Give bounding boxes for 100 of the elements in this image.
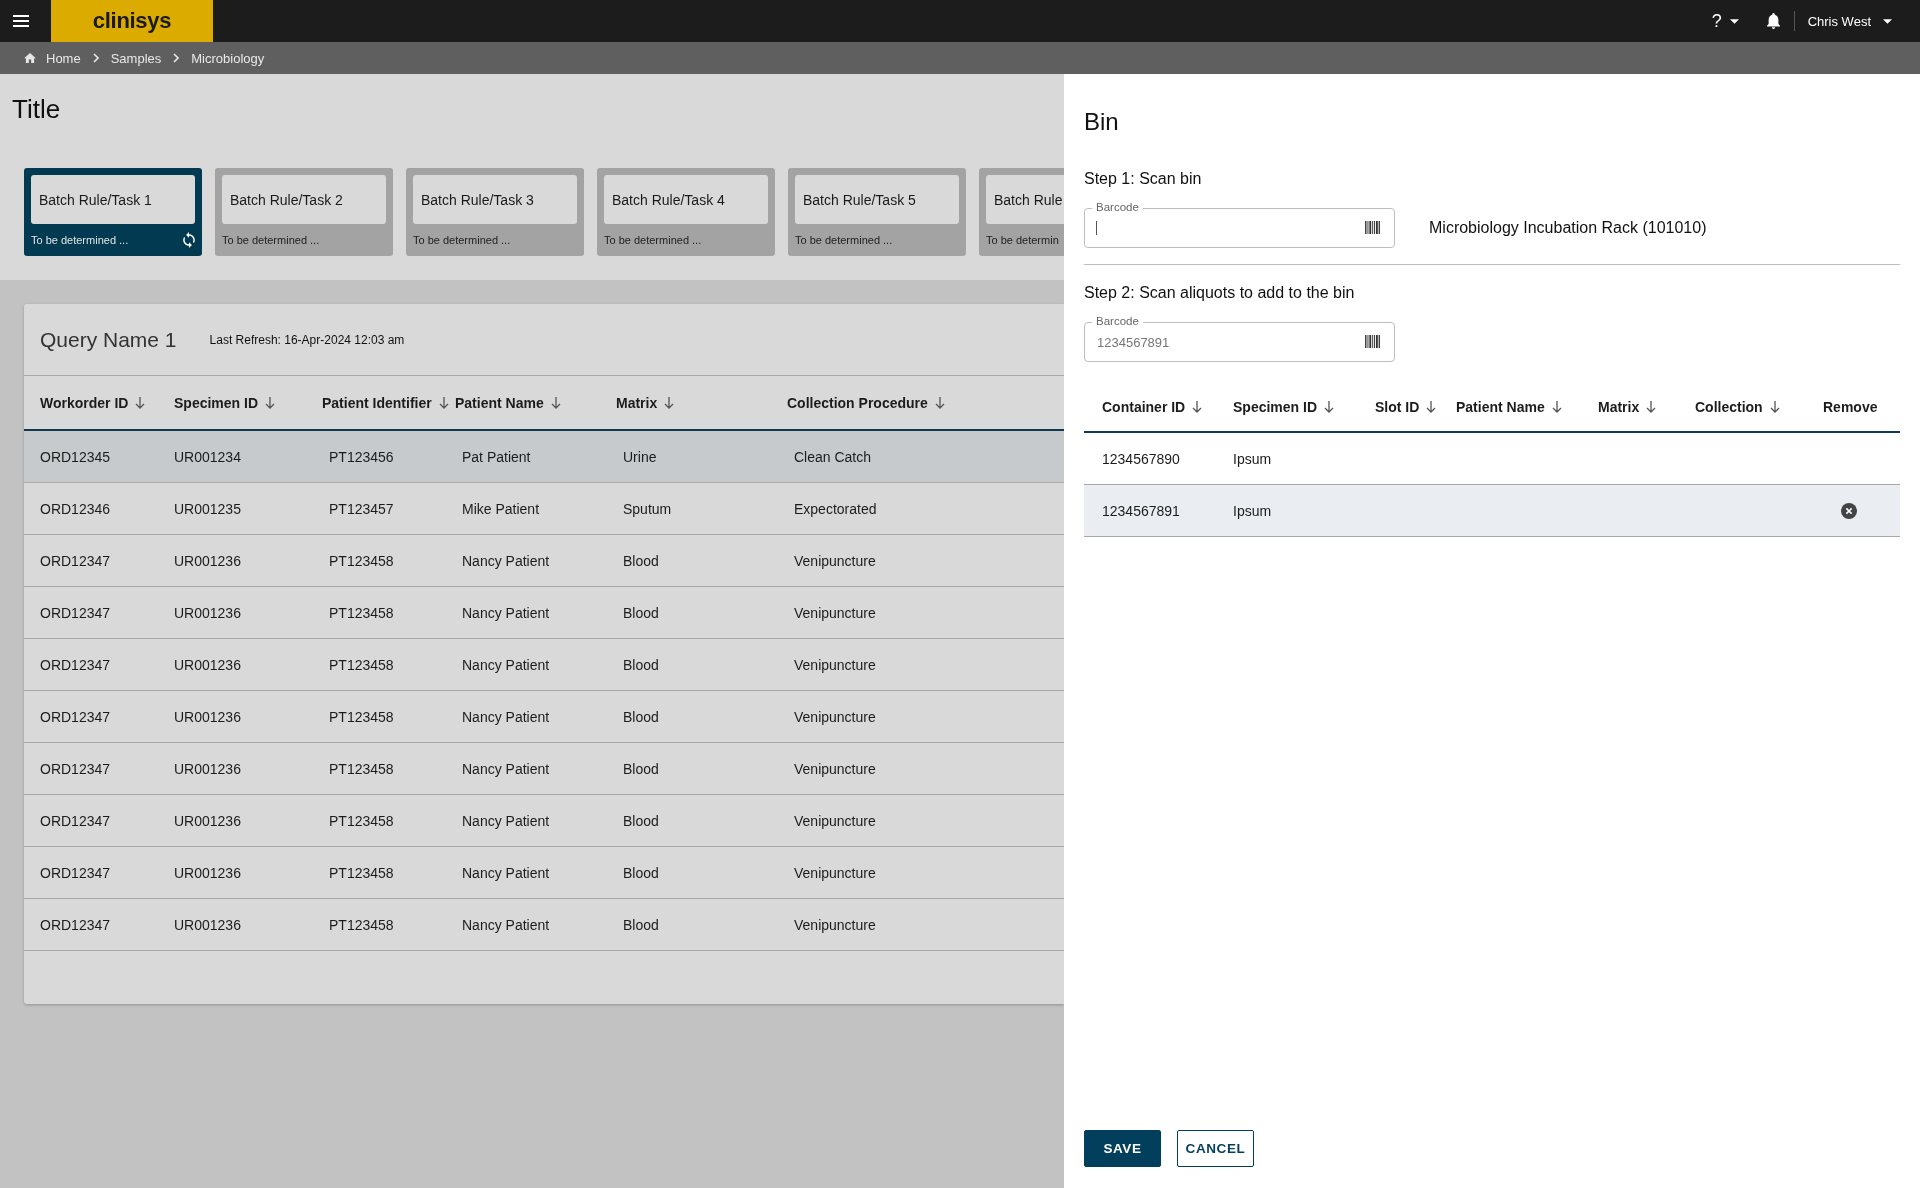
home-icon — [24, 53, 36, 63]
table-cell-text: Sputum — [622, 500, 673, 517]
batch-card-status: To be determined ... — [795, 234, 893, 246]
panel-title: Bin — [1084, 108, 1119, 136]
table-cell-text: Nancy Patient — [461, 812, 551, 829]
table-row[interactable]: ORD12347 UR001236 PT123458 Nancy Patient Blood Venipuncture — [24, 899, 1064, 951]
table-cell-text: Nancy Patient — [461, 760, 551, 777]
batch-card[interactable]: Batch Rule/Task 5 To be determined ... — [788, 168, 966, 256]
user-menu-button[interactable]: Chris West — [1807, 13, 1892, 29]
step-label: Step 2: Scan aliquots to add to the bin — [1084, 283, 1355, 303]
batch-card-title: Batch Rule/Task 3 — [413, 175, 577, 224]
action-button[interactable]: SAVE — [1084, 1130, 1161, 1167]
batch-card-status: To be determined ... — [604, 234, 702, 246]
table-cell-text: Blood — [622, 916, 660, 933]
column-header[interactable]: Matrix — [1598, 398, 1695, 415]
table-cell: 1234567890 — [1102, 450, 1180, 467]
last-refresh-text: Last Refresh: 16-Apr-2024 12:03 am — [209, 332, 405, 347]
table-cell-text: Blood — [622, 604, 660, 621]
table-cell-text: ORD12347 — [39, 916, 112, 933]
barcode-icon[interactable] — [1365, 221, 1380, 234]
table-row[interactable]: ORD12347 UR001236 PT123458 Nancy Patient Blood Venipuncture — [24, 795, 1064, 847]
menu-icon — [13, 15, 29, 27]
table-row[interactable]: ORD12347 UR001236 PT123458 Nancy Patient Blood Venipuncture — [24, 587, 1064, 639]
table-cell-text: PT123457 — [328, 500, 395, 517]
column-header[interactable]: Specimen ID — [174, 394, 322, 411]
column-header[interactable]: Patient Name — [455, 394, 616, 411]
table-cell-text: UR001236 — [174, 812, 242, 829]
table-cell-text: Venipuncture — [793, 864, 877, 881]
table-row[interactable]: ORD12346 UR001235 PT123457 Mike Patient Sputum Expectorated — [24, 483, 1064, 535]
logo[interactable]: clinisys — [51, 0, 213, 42]
table-row[interactable]: ORD12347 UR001236 PT123458 Nancy Patient Blood Venipuncture — [24, 847, 1064, 899]
help-menu-button[interactable]: ? — [1711, 10, 1739, 32]
sort-arrow-icon — [1646, 400, 1657, 413]
batch-card-title: Batch Rule — [986, 175, 1064, 224]
column-header[interactable]: Matrix — [616, 394, 787, 411]
table-cell: 1234567891 — [1102, 502, 1180, 519]
table-row[interactable]: ORD12347 UR001236 PT123458 Nancy Patient Blood Venipuncture — [24, 691, 1064, 743]
table-cell-text: UR001236 — [174, 552, 242, 569]
table-cell-text: ORD12347 — [39, 604, 112, 621]
column-header[interactable]: Collection Procedure — [787, 394, 1064, 411]
batch-card-title: Batch Rule/Task 2 — [222, 175, 386, 224]
breadcrumb-link[interactable]: Home — [24, 50, 81, 66]
column-header[interactable]: Workorder ID — [24, 394, 174, 411]
query-name: Query Name 1 — [40, 327, 177, 352]
column-header[interactable]: Patient Name — [1456, 398, 1598, 415]
batch-card[interactable]: Batch Rule To be determin — [979, 168, 1064, 256]
batch-card-status: To be determin — [986, 234, 1059, 246]
table-cell-text: ORD12347 — [39, 552, 112, 569]
batch-card[interactable]: Batch Rule/Task 4 To be determined ... — [597, 168, 775, 256]
batch-card[interactable]: Batch Rule/Task 2 To be determined ... — [215, 168, 393, 256]
column-header[interactable]: Slot ID — [1375, 398, 1456, 415]
step-label: Step 1: Scan bin — [1084, 169, 1202, 189]
table-row[interactable]: ORD12347 UR001236 PT123458 Nancy Patient Blood Venipuncture — [24, 535, 1064, 587]
sort-arrow-icon — [550, 396, 561, 409]
barcode-icon[interactable] — [1365, 335, 1380, 348]
table-cell-text: Venipuncture — [793, 812, 877, 829]
table-cell-text: UR001236 — [174, 864, 242, 881]
table-cell-text: Blood — [622, 760, 660, 777]
table-cell-text: Blood — [622, 708, 660, 725]
close-icon[interactable] — [1841, 502, 1857, 519]
table-cell-text: Pat Patient — [461, 448, 532, 465]
table-cell-text: PT123458 — [328, 916, 395, 933]
table-cell-text: ORD12347 — [39, 812, 112, 829]
table-cell-text: UR001236 — [174, 916, 242, 933]
table-cell-text: Nancy Patient — [461, 656, 551, 673]
column-header[interactable]: Collection — [1695, 398, 1823, 415]
chevron-icon — [173, 53, 180, 63]
table-cell-text: UR001236 — [174, 708, 242, 725]
bell-icon[interactable] — [1766, 13, 1780, 29]
column-header[interactable]: Container ID — [1084, 398, 1233, 415]
caret-icon — [1883, 18, 1892, 24]
table-row[interactable]: 1234567891 Ipsum — [1084, 485, 1900, 537]
field-label: Barcode — [1092, 200, 1143, 214]
column-header[interactable]: Remove — [1823, 398, 1900, 415]
table-row[interactable]: ORD12347 UR001236 PT123458 Nancy Patient Blood Venipuncture — [24, 743, 1064, 795]
table-cell-text: Nancy Patient — [461, 604, 551, 621]
page-title: Title — [12, 93, 61, 125]
action-button[interactable]: CANCEL — [1177, 1130, 1254, 1167]
table-cell-text: Venipuncture — [793, 708, 877, 725]
refresh-icon[interactable] — [183, 232, 195, 248]
batch-card-status: To be determined ... — [222, 234, 320, 246]
table-cell-text: PT123458 — [328, 760, 395, 777]
table-cell-text: Blood — [622, 552, 660, 569]
table-row[interactable]: ORD12345 UR001234 PT123456 Pat Patient Urine Clean Catch — [24, 431, 1064, 483]
table-cell-text: ORD12347 — [39, 708, 112, 725]
batch-card[interactable]: Batch Rule/Task 1 To be determined ... — [24, 168, 202, 256]
breadcrumb-link[interactable]: Microbiology — [191, 50, 265, 66]
table-cell-text: PT123458 — [328, 708, 395, 725]
batch-card[interactable]: Batch Rule/Task 3 To be determined ... — [406, 168, 584, 256]
table-cell: Ipsum — [1233, 502, 1272, 519]
table-row[interactable]: ORD12347 UR001236 PT123458 Nancy Patient Blood Venipuncture — [24, 639, 1064, 691]
table-cell-text: ORD12345 — [39, 448, 112, 465]
sort-arrow-icon — [135, 396, 146, 409]
column-header[interactable]: Specimen ID — [1233, 398, 1375, 415]
batch-card-title: Batch Rule/Task 1 — [31, 175, 195, 224]
column-header[interactable]: Patient Identifier — [322, 394, 455, 411]
table-cell-text: PT123456 — [328, 448, 395, 465]
breadcrumb-link[interactable]: Samples — [110, 50, 162, 66]
table-cell-text: PT123458 — [328, 864, 395, 881]
table-cell-text: Nancy Patient — [461, 708, 551, 725]
